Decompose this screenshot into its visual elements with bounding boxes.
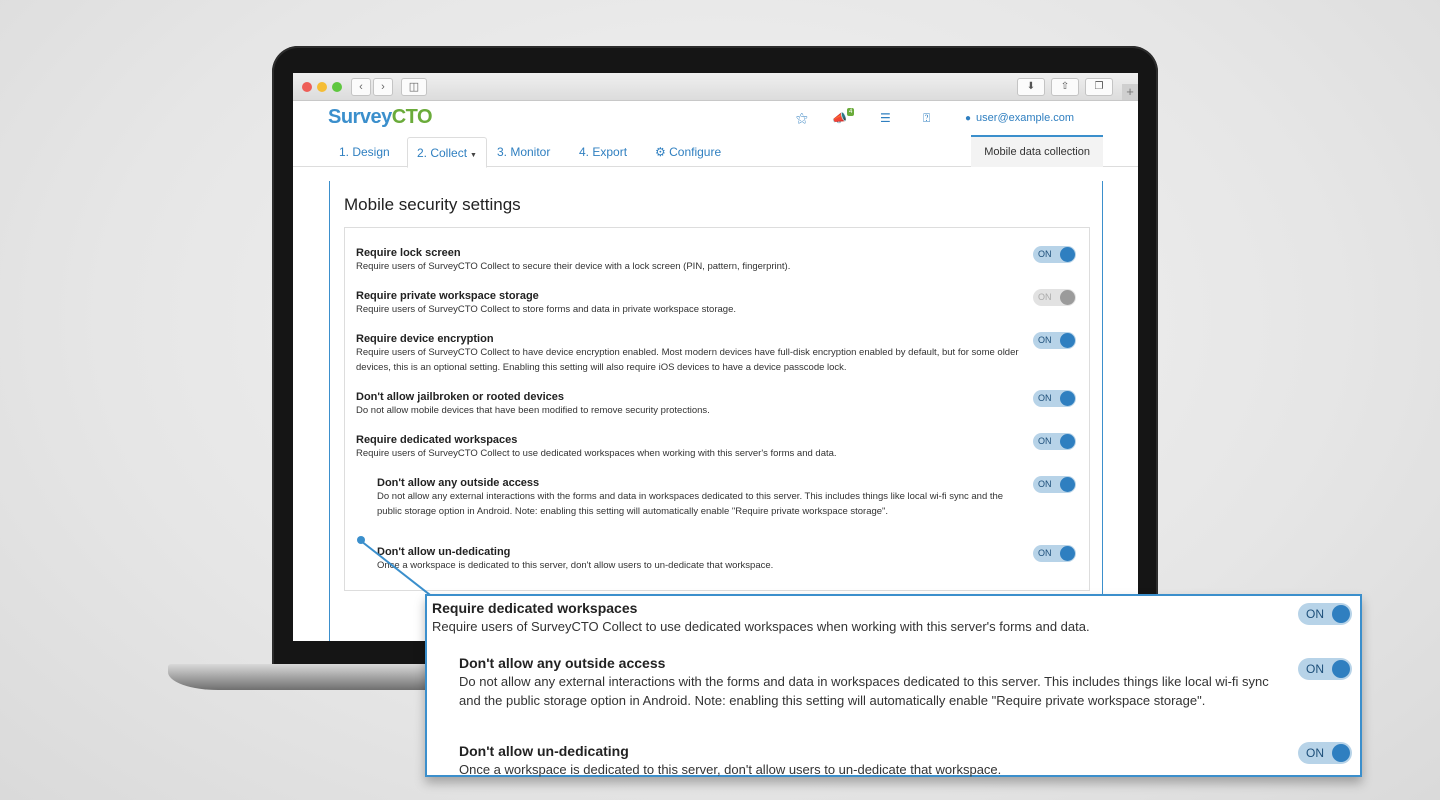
toggle-device-encryption[interactable]: ON bbox=[1033, 332, 1076, 349]
back-icon[interactable]: ‹ bbox=[351, 78, 371, 96]
forward-icon[interactable]: › bbox=[373, 78, 393, 96]
stethoscope-icon[interactable]: ⚝ bbox=[796, 111, 808, 126]
browser-chrome: ‹ › ◫ ⬇ ⇧ ❐ + bbox=[293, 73, 1138, 101]
settings-panel: Mobile security settings Require lock sc… bbox=[329, 181, 1103, 641]
toggle-un-dedicating[interactable]: ON bbox=[1033, 545, 1076, 562]
help-icon[interactable]: ⍰ bbox=[923, 111, 930, 126]
download-icon[interactable]: ⬇ bbox=[1017, 78, 1045, 96]
toggle-private-storage[interactable]: ON bbox=[1033, 289, 1076, 306]
toggle-outside-access[interactable]: ON bbox=[1033, 476, 1076, 493]
setting-device-encryption: Require device encryption Require users … bbox=[356, 332, 1086, 375]
tab-configure[interactable]: ⚙ Configure bbox=[655, 137, 721, 167]
notification-badge: 4 bbox=[847, 108, 855, 116]
tab-collect[interactable]: 2. Collect ▼ bbox=[407, 137, 487, 168]
setting-private-storage: Require private workspace storage Requir… bbox=[356, 289, 1086, 318]
setting-lock-screen: Require lock screen Require users of Sur… bbox=[356, 246, 1086, 275]
server-icon[interactable]: ☰ bbox=[880, 111, 891, 125]
minimize-window-button[interactable] bbox=[317, 82, 327, 92]
callout-un-dedicating: Don't allow un-dedicating Once a workspa… bbox=[459, 742, 1352, 779]
setting-un-dedicating: Don't allow un-dedicating Once a workspa… bbox=[377, 545, 1086, 574]
zoom-callout: Require dedicated workspaces Require use… bbox=[425, 594, 1362, 777]
tab-monitor[interactable]: 3. Monitor bbox=[497, 137, 550, 167]
setting-dedicated-workspaces: Require dedicated workspaces Require use… bbox=[356, 433, 1086, 462]
callout-dedicated-workspaces: Require dedicated workspaces Require use… bbox=[432, 599, 1352, 636]
toggle-lock-screen[interactable]: ON bbox=[1033, 246, 1076, 263]
tab-design[interactable]: 1. Design bbox=[339, 137, 390, 167]
megaphone-icon[interactable]: 📣 bbox=[832, 111, 847, 125]
settings-list: Require lock screen Require users of Sur… bbox=[344, 227, 1090, 591]
callout-toggle-outside-access[interactable]: ON bbox=[1298, 658, 1352, 680]
tab-mobile-data-collection[interactable]: Mobile data collection bbox=[971, 135, 1103, 167]
app-header: SurveyCTO ⚝ 📣 4 ☰ ⍰ ● user@example.com bbox=[293, 101, 1138, 137]
tabs-icon[interactable]: ❐ bbox=[1085, 78, 1113, 96]
caret-down-icon: ▼ bbox=[470, 152, 477, 159]
setting-outside-access: Don't allow any outside access Do not al… bbox=[377, 476, 1086, 519]
page-title: Mobile security settings bbox=[344, 195, 521, 214]
user-icon: ● bbox=[965, 113, 972, 124]
toggle-jailbroken[interactable]: ON bbox=[1033, 390, 1076, 407]
close-window-button[interactable] bbox=[302, 82, 312, 92]
setting-jailbroken: Don't allow jailbroken or rooted devices… bbox=[356, 390, 1086, 419]
new-tab-icon[interactable]: + bbox=[1122, 84, 1138, 100]
callout-toggle-un-dedicating[interactable]: ON bbox=[1298, 742, 1352, 764]
sidebar-icon[interactable]: ◫ bbox=[401, 78, 427, 96]
gear-icon: ⚙ bbox=[655, 145, 666, 159]
tab-export[interactable]: 4. Export bbox=[579, 137, 627, 167]
main-tabs: 1. Design 2. Collect ▼ 3. Monitor 4. Expo… bbox=[293, 135, 1138, 168]
callout-outside-access: Don't allow any outside access Do not al… bbox=[459, 654, 1352, 710]
laptop-screen: ‹ › ◫ ⬇ ⇧ ❐ + SurveyCTO ⚝ 📣 4 ☰ ⍰ ● user@… bbox=[293, 73, 1138, 641]
maximize-window-button[interactable] bbox=[332, 82, 342, 92]
share-icon[interactable]: ⇧ bbox=[1051, 78, 1079, 96]
surveycto-logo[interactable]: SurveyCTO bbox=[328, 106, 433, 129]
callout-toggle-dedicated-workspaces[interactable]: ON bbox=[1298, 603, 1352, 625]
toggle-dedicated-workspaces[interactable]: ON bbox=[1033, 433, 1076, 450]
user-menu[interactable]: ● user@example.com bbox=[965, 112, 1074, 124]
